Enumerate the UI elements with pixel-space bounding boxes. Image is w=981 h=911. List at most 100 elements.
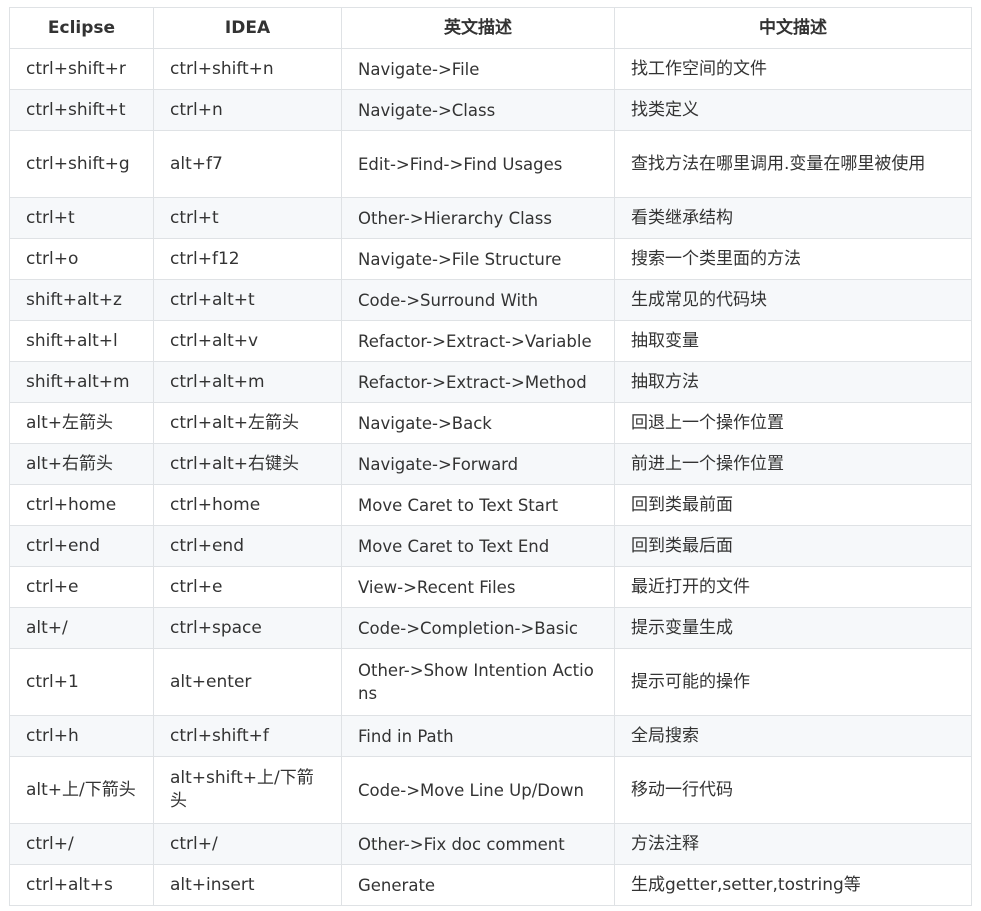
chinese-description: 方法注释 <box>614 823 972 865</box>
table-row: ctrl+end ctrl+end Move Caret to Text End… <box>9 525 972 567</box>
idea-shortcut: ctrl+alt+t <box>153 279 342 321</box>
table-header-row: Eclipse IDEA 英文描述 中文描述 <box>9 7 972 49</box>
chinese-description: 回到类最前面 <box>614 484 972 526</box>
idea-shortcut: ctrl+e <box>153 566 342 608</box>
idea-shortcut: ctrl+home <box>153 484 342 526</box>
idea-shortcut: ctrl+end <box>153 525 342 567</box>
table-row: ctrl+shift+t ctrl+n Navigate->Class 找类定义 <box>9 89 972 131</box>
chinese-description: 抽取方法 <box>614 361 972 403</box>
idea-shortcut: ctrl+alt+左箭头 <box>153 402 342 444</box>
table-row: alt+左箭头 ctrl+alt+左箭头 Navigate->Back 回退上一… <box>9 402 972 444</box>
eclipse-shortcut: shift+alt+l <box>9 320 154 362</box>
chinese-description: 找类定义 <box>614 89 972 131</box>
eclipse-shortcut: shift+alt+z <box>9 279 154 321</box>
english-description: Refactor->Extract->Method <box>341 361 615 403</box>
header-english-description: 英文描述 <box>341 7 615 49</box>
english-description: Find in Path <box>341 715 615 757</box>
english-description: Navigate->File Structure <box>341 238 615 280</box>
table-row: ctrl+o ctrl+f12 Navigate->File Structure… <box>9 238 972 280</box>
eclipse-shortcut: alt+右箭头 <box>9 443 154 485</box>
eclipse-shortcut: alt+左箭头 <box>9 402 154 444</box>
eclipse-shortcut: ctrl+shift+r <box>9 48 154 90</box>
header-chinese-description: 中文描述 <box>614 7 972 49</box>
table-row: ctrl+home ctrl+home Move Caret to Text S… <box>9 484 972 526</box>
idea-shortcut: alt+insert <box>153 864 342 906</box>
english-description: Navigate->Class <box>341 89 615 131</box>
chinese-description: 找工作空间的文件 <box>614 48 972 90</box>
table-row: alt+右箭头 ctrl+alt+右键头 Navigate->Forward 前… <box>9 443 972 485</box>
idea-shortcut: alt+f7 <box>153 130 342 198</box>
idea-shortcut: ctrl+space <box>153 607 342 649</box>
table-row: ctrl+shift+r ctrl+shift+n Navigate->File… <box>9 48 972 90</box>
idea-shortcut: ctrl+alt+右键头 <box>153 443 342 485</box>
chinese-description: 抽取变量 <box>614 320 972 362</box>
english-description: Move Caret to Text Start <box>341 484 615 526</box>
eclipse-shortcut: ctrl+1 <box>9 648 154 716</box>
chinese-description: 回退上一个操作位置 <box>614 402 972 444</box>
chinese-description: 移动一行代码 <box>614 756 972 824</box>
eclipse-shortcut: ctrl+shift+g <box>9 130 154 198</box>
eclipse-shortcut: ctrl+t <box>9 197 154 239</box>
english-description: Other->Show Intention Actions <box>341 648 615 716</box>
english-description: Edit->Find->Find Usages <box>341 130 615 198</box>
idea-shortcut: ctrl+alt+m <box>153 361 342 403</box>
english-description: Generate <box>341 864 615 906</box>
table-row: ctrl+e ctrl+e View->Recent Files 最近打开的文件 <box>9 566 972 608</box>
table-row: shift+alt+m ctrl+alt+m Refactor->Extract… <box>9 361 972 403</box>
english-description: Other->Hierarchy Class <box>341 197 615 239</box>
table-row: ctrl+/ ctrl+/ Other->Fix doc comment 方法注… <box>9 823 972 865</box>
eclipse-shortcut: ctrl+alt+s <box>9 864 154 906</box>
eclipse-shortcut: alt+/ <box>9 607 154 649</box>
idea-shortcut: ctrl+t <box>153 197 342 239</box>
header-idea: IDEA <box>153 7 342 49</box>
chinese-description: 最近打开的文件 <box>614 566 972 608</box>
idea-shortcut: ctrl+alt+v <box>153 320 342 362</box>
idea-shortcut: ctrl+shift+f <box>153 715 342 757</box>
eclipse-shortcut: ctrl+shift+t <box>9 89 154 131</box>
idea-shortcut: ctrl+n <box>153 89 342 131</box>
eclipse-shortcut: ctrl+home <box>9 484 154 526</box>
english-description: Navigate->Back <box>341 402 615 444</box>
english-description: Navigate->Forward <box>341 443 615 485</box>
table-row: shift+alt+l ctrl+alt+v Refactor->Extract… <box>9 320 972 362</box>
chinese-description: 生成getter,setter,tostring等 <box>614 864 972 906</box>
table-row: alt+上/下箭头 alt+shift+上/下箭头 Code->Move Lin… <box>9 756 972 824</box>
chinese-description: 前进上一个操作位置 <box>614 443 972 485</box>
chinese-description: 全局搜索 <box>614 715 972 757</box>
idea-shortcut: ctrl+f12 <box>153 238 342 280</box>
table-row: ctrl+shift+g alt+f7 Edit->Find->Find Usa… <box>9 130 972 198</box>
table-row: ctrl+t ctrl+t Other->Hierarchy Class 看类继… <box>9 197 972 239</box>
english-description: Code->Surround With <box>341 279 615 321</box>
chinese-description: 回到类最后面 <box>614 525 972 567</box>
chinese-description: 看类继承结构 <box>614 197 972 239</box>
table-row: ctrl+h ctrl+shift+f Find in Path 全局搜索 <box>9 715 972 757</box>
shortcut-table-container: Eclipse IDEA 英文描述 中文描述 ctrl+shift+r ctrl… <box>9 7 972 906</box>
english-description: Navigate->File <box>341 48 615 90</box>
chinese-description: 提示可能的操作 <box>614 648 972 716</box>
idea-shortcut: ctrl+shift+n <box>153 48 342 90</box>
english-description: Code->Completion->Basic <box>341 607 615 649</box>
shortcut-table: Eclipse IDEA 英文描述 中文描述 ctrl+shift+r ctrl… <box>9 7 972 906</box>
idea-shortcut: alt+shift+上/下箭头 <box>153 756 342 824</box>
header-eclipse: Eclipse <box>9 7 154 49</box>
eclipse-shortcut: ctrl+end <box>9 525 154 567</box>
chinese-description: 搜索一个类里面的方法 <box>614 238 972 280</box>
eclipse-shortcut: alt+上/下箭头 <box>9 756 154 824</box>
eclipse-shortcut: ctrl+/ <box>9 823 154 865</box>
english-description: Code->Move Line Up/Down <box>341 756 615 824</box>
chinese-description: 生成常见的代码块 <box>614 279 972 321</box>
table-row: ctrl+1 alt+enter Other->Show Intention A… <box>9 648 972 716</box>
idea-shortcut: ctrl+/ <box>153 823 342 865</box>
eclipse-shortcut: shift+alt+m <box>9 361 154 403</box>
table-row: ctrl+alt+s alt+insert Generate 生成getter,… <box>9 864 972 906</box>
eclipse-shortcut: ctrl+e <box>9 566 154 608</box>
english-description: Move Caret to Text End <box>341 525 615 567</box>
chinese-description: 查找方法在哪里调用.变量在哪里被使用 <box>614 130 972 198</box>
table-row: shift+alt+z ctrl+alt+t Code->Surround Wi… <box>9 279 972 321</box>
idea-shortcut: alt+enter <box>153 648 342 716</box>
english-description: Refactor->Extract->Variable <box>341 320 615 362</box>
english-description: Other->Fix doc comment <box>341 823 615 865</box>
table-row: alt+/ ctrl+space Code->Completion->Basic… <box>9 607 972 649</box>
chinese-description: 提示变量生成 <box>614 607 972 649</box>
eclipse-shortcut: ctrl+o <box>9 238 154 280</box>
